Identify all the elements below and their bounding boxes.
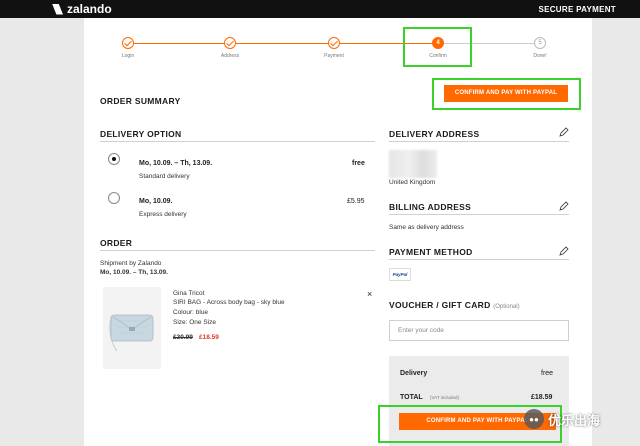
- standard-delivery-price: free: [352, 160, 365, 167]
- step-done-number: 5: [534, 37, 546, 49]
- express-delivery-name: Express delivery: [139, 211, 187, 218]
- paypal-badge: PayPal: [389, 268, 411, 281]
- secure-payment-label: SECURE PAYMENT: [538, 5, 616, 14]
- voucher-title: VOUCHER / GIFT CARD (Optional): [389, 300, 520, 310]
- divider: [389, 259, 569, 260]
- progress-line: [134, 43, 224, 44]
- highlight-box-top-button: [432, 78, 581, 110]
- zalando-logo[interactable]: zalando: [52, 2, 112, 16]
- express-delivery-price: £5.95: [347, 198, 365, 205]
- highlight-box-confirm-step: [403, 27, 472, 67]
- step-address-check-icon: [224, 37, 236, 49]
- progress-line: [236, 43, 328, 44]
- shipment-dates: Mo, 10.09. – Th, 13.09.: [100, 269, 168, 276]
- watermark: ●● 优乐出海: [524, 409, 600, 429]
- divider: [100, 250, 375, 251]
- product-image[interactable]: [103, 287, 161, 369]
- watermark-text: 优乐出海: [548, 412, 601, 428]
- billing-address-text: Same as delivery address: [389, 224, 464, 231]
- logo-text: zalando: [67, 2, 112, 16]
- billing-address-title: BILLING ADDRESS: [389, 202, 472, 212]
- voucher-optional: (Optional): [493, 304, 520, 310]
- delivery-address-title: DELIVERY ADDRESS: [389, 129, 480, 139]
- blurred-address: [389, 150, 437, 178]
- edit-billing-address-pencil-icon[interactable]: [559, 201, 569, 211]
- standard-delivery-radio[interactable]: [108, 153, 120, 165]
- divider: [389, 214, 569, 215]
- express-delivery-dates: Mo, 10.09.: [139, 198, 173, 205]
- total-label: TOTAL: [400, 394, 423, 401]
- product-name[interactable]: SIRI BAG - Across body bag - sky blue: [173, 299, 285, 306]
- product-brand: Gina Tricot: [173, 290, 205, 297]
- step-label-login: Login: [121, 53, 135, 59]
- divider: [389, 141, 569, 142]
- step-label-address: Address: [220, 53, 240, 59]
- step-label-done: Done!: [533, 53, 547, 59]
- delivery-country: United Kingdom: [389, 179, 436, 186]
- product-size: Size: One Size: [173, 319, 216, 326]
- bag-icon: [109, 314, 154, 352]
- product-colour: Colour: blue: [173, 309, 209, 316]
- product-old-price: £30.99: [173, 334, 193, 341]
- vat-note: (VAT included): [430, 395, 460, 400]
- standard-delivery-name: Standard delivery: [139, 173, 190, 180]
- standard-delivery-dates: Mo, 10.09. – Th, 13.09.: [139, 160, 213, 167]
- divider: [100, 141, 375, 142]
- order-summary-title: ORDER SUMMARY: [100, 96, 181, 106]
- product-price: £18.59: [199, 334, 219, 341]
- total-value: £18.59: [531, 394, 553, 401]
- step-login-check-icon: [122, 37, 134, 49]
- step-payment-check-icon: [328, 37, 340, 49]
- delivery-total-label: Delivery: [400, 370, 428, 377]
- order-title: ORDER: [100, 238, 133, 248]
- edit-delivery-address-pencil-icon[interactable]: [559, 127, 569, 137]
- delivery-option-title: DELIVERY OPTION: [100, 129, 182, 139]
- step-label-payment: Payment: [324, 53, 344, 59]
- top-bar: zalando SECURE PAYMENT: [0, 0, 640, 18]
- voucher-code-input[interactable]: Enter your code: [389, 320, 569, 341]
- express-delivery-radio[interactable]: [108, 192, 120, 204]
- remove-item-close-icon[interactable]: ×: [367, 289, 372, 299]
- payment-method-title: PAYMENT METHOD: [389, 247, 473, 257]
- edit-payment-method-pencil-icon[interactable]: [559, 246, 569, 256]
- shipment-label: Shipment by Zalando: [100, 260, 162, 267]
- delivery-total-value: free: [541, 370, 554, 377]
- voucher-title-text: VOUCHER / GIFT CARD: [389, 300, 491, 310]
- wechat-icon: ●●: [524, 409, 544, 429]
- zalando-logo-icon: [52, 3, 63, 15]
